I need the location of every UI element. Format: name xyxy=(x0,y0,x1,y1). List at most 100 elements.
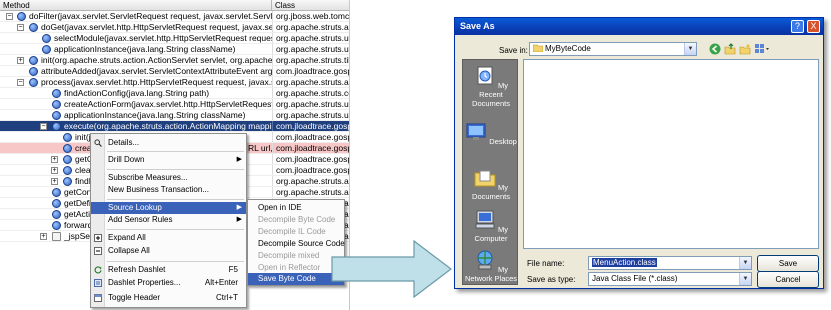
class-column-header[interactable]: Class xyxy=(272,0,295,11)
places-recent-documents[interactable]: My Recent Documents xyxy=(463,66,519,108)
tree-row[interactable]: − doFilter(javax.servlet.ServletRequest … xyxy=(0,11,349,22)
expand-toggle[interactable]: + xyxy=(51,156,58,163)
menu-separator xyxy=(107,151,244,152)
chevron-down-icon[interactable]: ▼ xyxy=(684,43,696,55)
refresh-icon xyxy=(94,266,102,274)
menu-separator xyxy=(107,169,244,170)
expand-toggle[interactable]: + xyxy=(51,178,58,185)
menu-item-new-business-transaction[interactable]: New Business Transaction... xyxy=(91,184,246,196)
file-list[interactable] xyxy=(523,59,819,249)
menu-item-label: Toggle Header xyxy=(108,293,161,302)
chevron-down-icon[interactable]: ▼ xyxy=(739,257,751,269)
menu-item-source-lookup[interactable]: Source Lookup ▶ xyxy=(91,202,246,214)
tree-row-selected[interactable]: − execute(org.apache.struts.action.Actio… xyxy=(0,121,349,132)
cancel-button[interactable]: Cancel xyxy=(757,271,819,288)
menu-item-refresh-dashlet[interactable]: Refresh Dashlet F5 xyxy=(91,264,246,276)
menu-separator xyxy=(107,261,244,262)
tree-row[interactable]: selectModule(javax.servlet.http.HttpServ… xyxy=(0,33,349,44)
tree-row[interactable]: attributeAdded(javax.servlet.ServletCont… xyxy=(0,66,349,77)
save-as-type-dropdown[interactable]: Java Class File (*.class) ▼ xyxy=(588,272,752,286)
submenu-item-open-in-ide[interactable]: Open in IDE xyxy=(248,202,344,214)
menu-item-add-sensor-rules[interactable]: Add Sensor Rules ▶ xyxy=(91,214,246,226)
new-folder-icon[interactable] xyxy=(739,43,751,55)
method-icon xyxy=(29,67,38,76)
menu-item-label: Details... xyxy=(108,138,140,147)
method-name: attributeAdded(javax.servlet.ServletCont… xyxy=(41,66,272,76)
menu-item-collapse-all[interactable]: Collapse All xyxy=(91,245,246,257)
up-folder-icon[interactable] xyxy=(724,43,736,55)
expand-toggle[interactable]: + xyxy=(17,57,24,64)
menu-item-drill-down[interactable]: Drill Down ▶ xyxy=(91,154,246,166)
method-name: applicationInstance(java.lang.String cla… xyxy=(54,44,236,54)
menu-separator xyxy=(107,229,244,230)
tree-row[interactable]: − process(javax.servlet.http.HttpServlet… xyxy=(0,77,349,88)
recent-documents-icon xyxy=(477,66,493,85)
collapse-toggle[interactable]: − xyxy=(6,13,13,20)
class-name: com.jloadtrace.gospace xyxy=(272,132,349,142)
menu-item-expand-all[interactable]: Expand All xyxy=(91,232,246,244)
menu-item-dashlet-properties[interactable]: Dashlet Properties... Alt+Enter xyxy=(91,277,246,289)
tree-row[interactable]: applicationInstance(java.lang.String cla… xyxy=(0,110,349,121)
dialog-title-bar[interactable]: Save As xyxy=(455,18,823,35)
method-name-tail: RL url, xyxy=(248,143,272,153)
desktop-icon xyxy=(466,123,486,140)
places-my-computer[interactable]: My Computer xyxy=(463,210,519,243)
method-icon xyxy=(63,166,72,175)
file-name-input[interactable]: MenuAction.class ▼ xyxy=(588,256,752,270)
save-in-dropdown[interactable]: MyByteCode ▼ xyxy=(529,42,697,56)
back-icon[interactable] xyxy=(709,43,721,55)
method-icon xyxy=(52,199,61,208)
tree-row[interactable]: + init(org.apache.struts.action.ActionSe… xyxy=(0,55,349,66)
close-button[interactable]: X xyxy=(807,20,820,33)
tree-row[interactable]: − doGet(javax.servlet.http.HttpServletRe… xyxy=(0,22,349,33)
save-in-value: MyByteCode xyxy=(545,44,591,53)
menu-item-label: Decompile mixed xyxy=(258,251,320,260)
expand-toggle[interactable]: + xyxy=(40,233,47,240)
menu-item-label: Save Byte Code xyxy=(258,274,316,283)
folder-icon xyxy=(532,44,544,53)
save-as-type-value: Java Class File (*.class) xyxy=(592,274,678,283)
expand-toggle[interactable]: + xyxy=(51,167,58,174)
computer-icon xyxy=(475,210,495,229)
my-documents-icon xyxy=(474,170,496,187)
submenu-arrow-icon: ▶ xyxy=(236,216,242,223)
method-name: process(javax.servlet.http.HttpServletRe… xyxy=(41,77,272,87)
properties-icon xyxy=(94,279,102,287)
method-column-header[interactable]: Method xyxy=(0,0,272,11)
flow-arrow-icon xyxy=(331,239,452,299)
views-menu-icon[interactable] xyxy=(754,43,770,55)
menu-item-label: Open in Reflector xyxy=(258,263,321,272)
save-button[interactable]: Save xyxy=(757,255,819,272)
places-my-documents[interactable]: My Documents xyxy=(463,168,519,201)
class-name: org.jboss.web.tomcat.f xyxy=(272,11,349,21)
tree-header: Method Class xyxy=(0,0,349,11)
tree-row[interactable]: createActionForm(javax.servlet.http.Http… xyxy=(0,99,349,110)
tree-row[interactable]: findActionConfig(java.lang.String path) … xyxy=(0,88,349,99)
menu-item-label: Decompile IL Code xyxy=(258,227,326,236)
dialog-title: Save As xyxy=(460,21,495,31)
method-icon xyxy=(52,89,61,98)
menu-item-toggle-header[interactable]: Toggle Header Ctrl+T xyxy=(91,292,246,304)
menu-item-label: Open in IDE xyxy=(258,203,302,212)
method-icon xyxy=(52,122,61,131)
help-button[interactable]: ? xyxy=(791,20,804,33)
method-icon xyxy=(63,155,72,164)
menu-item-details[interactable]: Details... xyxy=(91,137,246,149)
places-desktop[interactable]: Desktop xyxy=(463,122,519,146)
collapse-toggle[interactable]: − xyxy=(17,79,24,86)
save-as-type-label: Save as type: xyxy=(527,275,576,284)
method-icon xyxy=(63,133,72,142)
chevron-down-icon[interactable]: ▼ xyxy=(739,273,751,285)
class-name: com.jloadtrace.gospace xyxy=(272,154,349,164)
method-icon xyxy=(52,100,61,109)
tree-row[interactable]: applicationInstance(java.lang.String cla… xyxy=(0,44,349,55)
collapse-toggle[interactable]: − xyxy=(17,24,24,31)
places-network[interactable]: My Network Places xyxy=(463,250,519,283)
submenu-item-decompile-il-code: Decompile IL Code xyxy=(248,226,344,238)
menu-item-label: Decompile Byte Code xyxy=(258,215,336,224)
submenu-arrow-icon: ▶ xyxy=(236,156,242,163)
menu-item-shortcut: Alt+Enter xyxy=(204,278,238,287)
menu-item-subscribe-measures[interactable]: Subscribe Measures... xyxy=(91,172,246,184)
collapse-toggle[interactable]: − xyxy=(40,123,47,130)
class-name: org.apache.struts.util.R xyxy=(272,44,349,54)
